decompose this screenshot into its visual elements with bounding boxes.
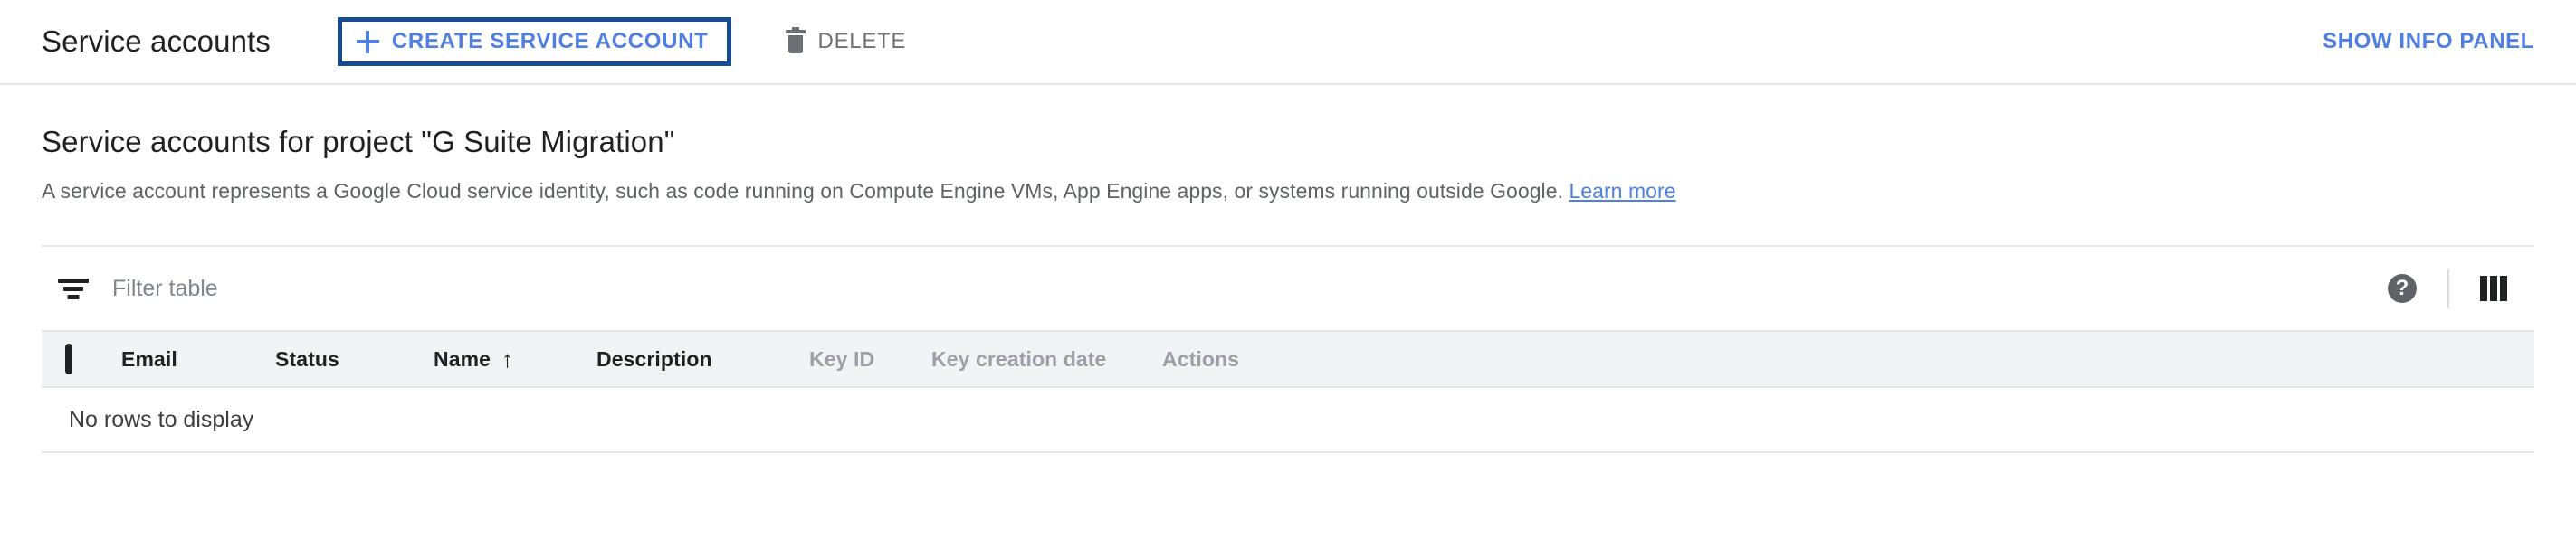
section-description: A service account represents a Google Cl… bbox=[42, 179, 2534, 203]
page-toolbar: Service accounts CREATE SERVICE ACCOUNT … bbox=[0, 0, 2576, 85]
column-header-actions-label: Actions bbox=[1162, 346, 1240, 371]
service-accounts-table-card: ? Email bbox=[42, 245, 2534, 453]
service-accounts-table: Email Status Name ↑ Description Key ID K… bbox=[42, 330, 2534, 453]
toolbar-divider bbox=[2447, 269, 2449, 308]
service-accounts-page: Service accounts CREATE SERVICE ACCOUNT … bbox=[0, 0, 2576, 539]
column-header-description-label: Description bbox=[596, 346, 712, 371]
filter-table-input[interactable] bbox=[112, 275, 2388, 302]
learn-more-link[interactable]: Learn more bbox=[1569, 179, 1675, 203]
select-all-checkbox[interactable] bbox=[65, 343, 72, 374]
table-header: Email Status Name ↑ Description Key ID K… bbox=[42, 331, 2534, 387]
column-header-email-label: Email bbox=[121, 346, 177, 371]
column-header-status-label: Status bbox=[275, 346, 339, 371]
delete-button[interactable]: DELETE bbox=[775, 17, 918, 66]
plus-icon bbox=[356, 30, 379, 53]
column-header-status[interactable]: Status bbox=[275, 331, 434, 387]
column-header-key-creation-date[interactable]: Key creation date bbox=[931, 331, 1162, 387]
select-all-header bbox=[42, 331, 121, 387]
column-header-description[interactable]: Description bbox=[596, 331, 809, 387]
help-icon[interactable]: ? bbox=[2388, 274, 2417, 303]
table-empty-row: No rows to display bbox=[42, 387, 2534, 453]
trash-icon bbox=[785, 27, 806, 53]
column-header-key-id-label: Key ID bbox=[809, 346, 875, 371]
table-header-row: Email Status Name ↑ Description Key ID K… bbox=[42, 331, 2534, 387]
table-empty-cell: No rows to display bbox=[42, 387, 2534, 453]
delete-label: DELETE bbox=[817, 29, 907, 53]
show-info-panel-button[interactable]: SHOW INFO PANEL bbox=[2323, 29, 2534, 54]
column-settings-icon[interactable] bbox=[2480, 276, 2507, 301]
section-title: Service accounts for project "G Suite Mi… bbox=[42, 125, 675, 158]
table-body: No rows to display bbox=[42, 387, 2534, 453]
section-description-text: A service account represents a Google Cl… bbox=[42, 179, 1563, 203]
column-header-name-label: Name bbox=[434, 346, 491, 371]
create-service-account-button[interactable]: CREATE SERVICE ACCOUNT bbox=[337, 17, 731, 66]
column-header-key-creation-date-label: Key creation date bbox=[931, 346, 1107, 371]
page-content: Service accounts for project "G Suite Mi… bbox=[0, 125, 2576, 453]
column-header-key-id[interactable]: Key ID bbox=[809, 331, 931, 387]
sort-ascending-icon: ↑ bbox=[501, 345, 514, 373]
page-title: Service accounts bbox=[42, 24, 271, 58]
column-header-actions: Actions bbox=[1162, 331, 2534, 387]
column-header-name[interactable]: Name ↑ bbox=[434, 331, 596, 387]
create-service-account-label: CREATE SERVICE ACCOUNT bbox=[391, 29, 709, 53]
column-header-email[interactable]: Email bbox=[121, 331, 275, 387]
no-rows-message: No rows to display bbox=[69, 406, 254, 432]
filter-list-icon[interactable] bbox=[58, 277, 89, 300]
filter-bar: ? bbox=[42, 247, 2534, 330]
